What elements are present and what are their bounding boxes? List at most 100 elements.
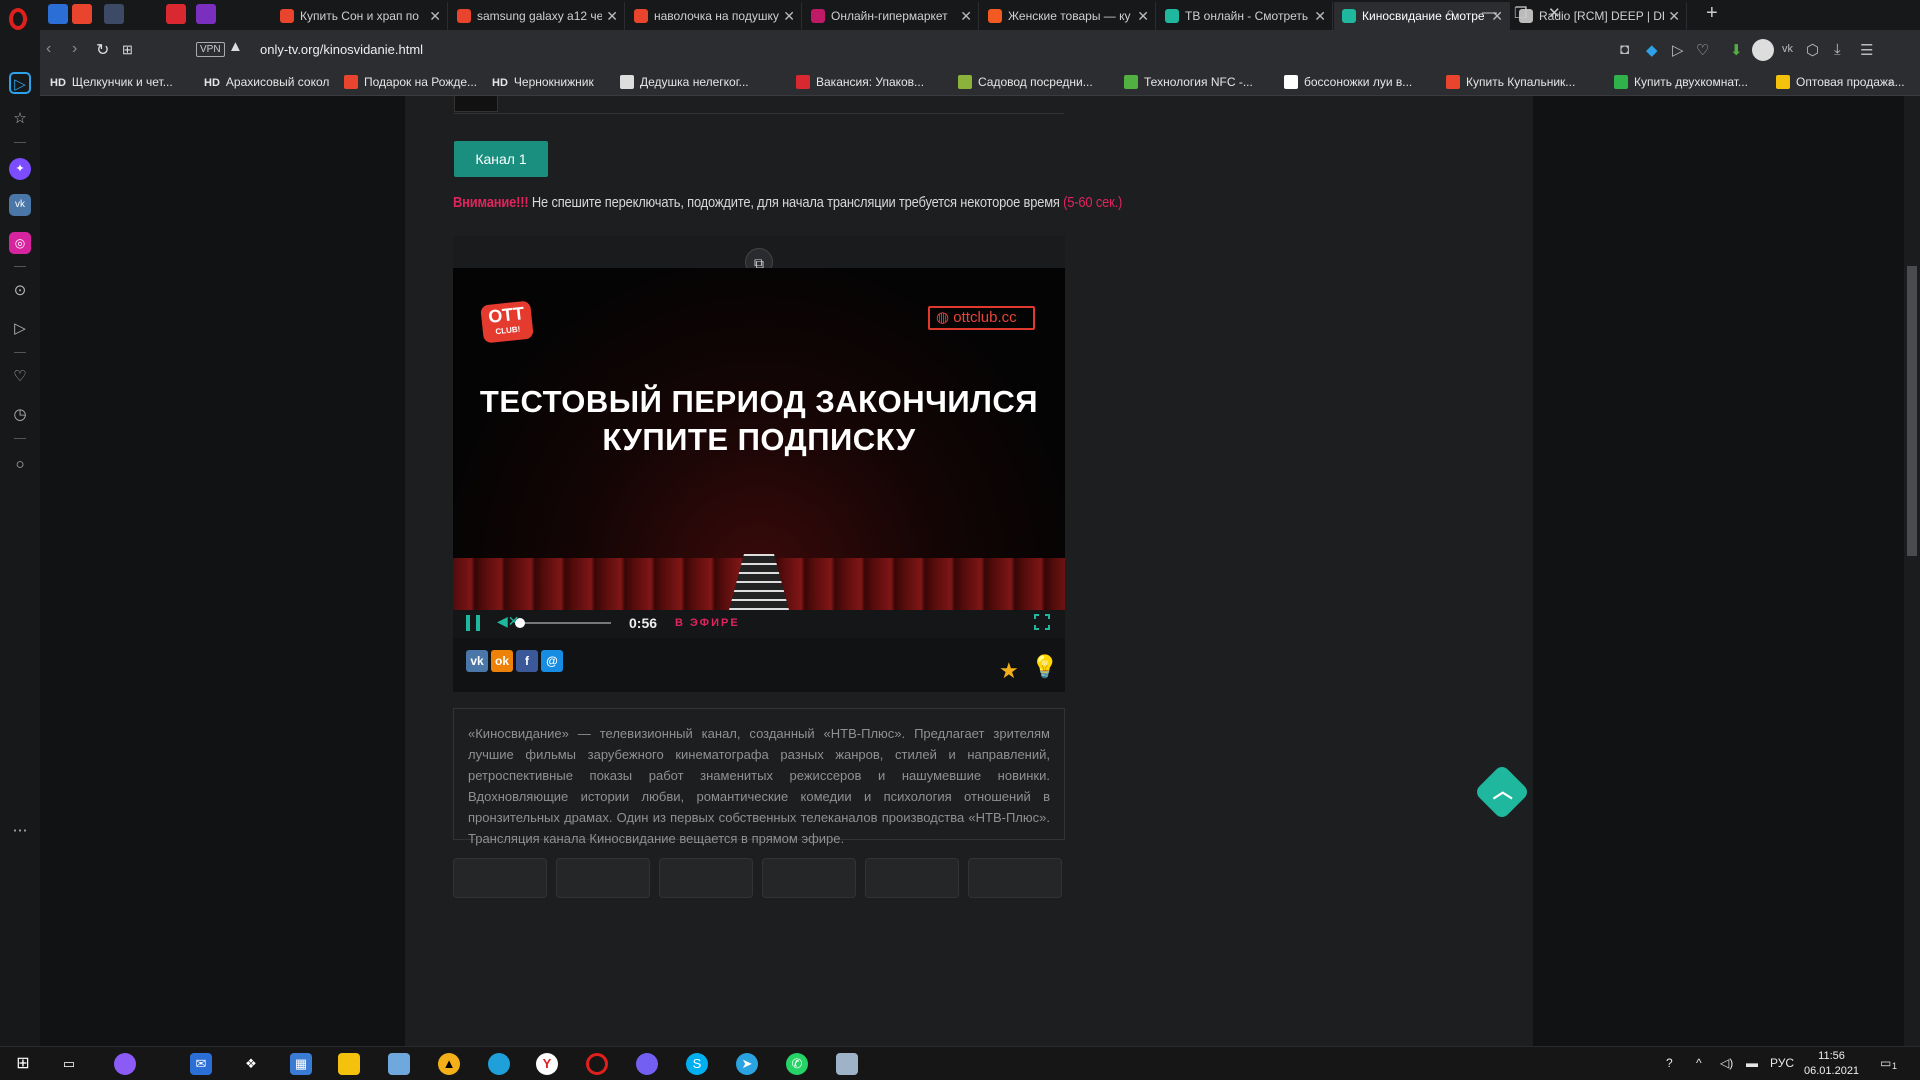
alice-icon[interactable] (114, 1053, 136, 1075)
notifications-icon[interactable]: ▭ (1880, 1056, 1891, 1070)
star-icon[interactable]: ★ (999, 658, 1019, 684)
new-tab-button[interactable]: + (1706, 2, 1718, 25)
cube-icon[interactable]: ⬡ (1806, 41, 1819, 59)
lightbulb-icon[interactable]: ○ (9, 454, 31, 476)
more-bookmarks-icon[interactable]: » (1888, 75, 1895, 89)
app-icon[interactable]: ▲ (438, 1053, 460, 1075)
opera-taskbar-icon[interactable] (586, 1053, 608, 1075)
channel-thumb[interactable] (968, 858, 1062, 898)
close-window-button[interactable]: ✕ (1548, 4, 1561, 22)
heart-icon[interactable]: ♡ (1696, 41, 1709, 59)
close-tab-icon[interactable]: ✕ (602, 2, 618, 30)
bookmark-item[interactable]: Дедушка нелегког... (620, 75, 749, 89)
task-view-icon[interactable]: ▭ (58, 1053, 80, 1075)
close-tab-icon[interactable]: ✕ (1664, 2, 1680, 30)
speed-dial-icon[interactable]: ☆ (9, 108, 31, 130)
channel-thumb[interactable] (865, 858, 959, 898)
volume-slider[interactable] (519, 622, 611, 624)
pinned-tab-mail-icon[interactable] (48, 4, 68, 24)
browser-tab[interactable]: Radio [RCM] DEEP | DE ✕ (1511, 2, 1687, 30)
more-icon[interactable]: ⋯ (9, 820, 31, 842)
bookmark-item[interactable]: Технология NFC -... (1124, 75, 1253, 89)
channel-thumb[interactable] (762, 858, 856, 898)
close-tab-icon[interactable]: ✕ (1310, 2, 1326, 30)
pinned-tab-icon[interactable] (104, 4, 124, 24)
volume-knob[interactable] (515, 618, 525, 628)
security-warning-icon[interactable]: ▲ (228, 38, 243, 55)
vk-extension-icon[interactable]: vk (1782, 43, 1793, 55)
share-vk-button[interactable]: vk (466, 650, 488, 672)
snapshot-icon[interactable]: ◘ (1620, 41, 1629, 58)
pinned-tab-icon[interactable] (72, 4, 92, 24)
minimize-button[interactable]: — (1482, 4, 1497, 21)
help-icon[interactable]: ? (1666, 1056, 1673, 1070)
telegram-icon[interactable]: ➤ (736, 1053, 758, 1075)
viber-icon[interactable] (636, 1053, 658, 1075)
browser-tab[interactable]: Онлайн-гипермаркет ✕ (803, 2, 979, 30)
skype-icon[interactable]: S (686, 1053, 708, 1075)
scrollbar-thumb[interactable] (1907, 266, 1917, 556)
clock[interactable]: 11:56 06.01.2021 (1804, 1049, 1859, 1079)
app-icon[interactable] (836, 1053, 858, 1075)
video-icon[interactable]: ⊙ (9, 280, 31, 302)
battery-icon[interactable]: ▬ (1746, 1056, 1758, 1070)
share-ok-button[interactable]: ok (491, 650, 513, 672)
bookmark-item[interactable]: боссоножки луи в... (1284, 75, 1412, 89)
download-arrow-icon[interactable]: ⬇ (1730, 41, 1743, 59)
channel-thumb[interactable] (659, 858, 753, 898)
player-icon[interactable]: ▷ (9, 72, 31, 94)
opera-logo-icon[interactable] (9, 8, 27, 30)
browser-tab[interactable]: Женские товары — ку ✕ (980, 2, 1156, 30)
downloads-icon[interactable]: ⤓ (1834, 41, 1841, 58)
vpn-badge[interactable]: VPN (196, 42, 225, 57)
browser-tab[interactable]: наволочка на подушку ✕ (626, 2, 802, 30)
restore-button[interactable]: ❐ (1514, 4, 1527, 22)
whatsapp-icon[interactable]: ✆ (786, 1053, 808, 1075)
vk-icon[interactable]: vk (9, 194, 31, 216)
pinned-tab-icon[interactable] (196, 4, 216, 24)
bookmark-item[interactable]: Вакансия: Упаков... (796, 75, 924, 89)
bookmark-item[interactable]: Оптовая продажа... (1776, 75, 1905, 89)
file-explorer-icon[interactable] (338, 1053, 360, 1075)
language-indicator[interactable]: РУС (1770, 1056, 1794, 1070)
calculator-icon[interactable]: ▦ (290, 1053, 312, 1075)
avatar[interactable] (1752, 39, 1774, 61)
share-facebook-button[interactable]: f (516, 650, 538, 672)
dropbox-icon[interactable]: ❖ (240, 1053, 262, 1075)
browser-tab[interactable]: Купить Сон и храп по ✕ (272, 2, 448, 30)
instagram-icon[interactable]: ◎ (9, 232, 31, 254)
edge-icon[interactable] (488, 1053, 510, 1075)
channel-thumb[interactable] (556, 858, 650, 898)
windows-start-icon[interactable]: ⊞ (12, 1053, 34, 1075)
page-scrollbar[interactable] (1904, 96, 1920, 1046)
share-moimir-button[interactable]: @ (541, 650, 563, 672)
bookmark-item[interactable]: Купить двухкомнат... (1614, 75, 1748, 89)
video-frame[interactable]: OTT CLUB! ◍ ottclub.cc ТЕСТОВЫЙ ПЕРИОД ЗА… (453, 268, 1065, 610)
notes-icon[interactable] (388, 1053, 410, 1075)
shield-icon[interactable]: ◆ (1646, 41, 1658, 59)
back-button[interactable]: ‹ (46, 40, 51, 58)
bookmark-item[interactable]: HD Арахисовый сокол (204, 75, 329, 89)
menu-icon[interactable]: ☰ (1860, 41, 1873, 59)
reload-button[interactable]: ↻ (96, 40, 109, 60)
bookmark-item[interactable]: HD Щелкунчик и чет... (50, 75, 173, 89)
lightbulb-icon[interactable]: 💡 (1031, 654, 1058, 680)
messenger-icon[interactable]: ✦ (9, 158, 31, 180)
bookmark-item[interactable]: Садовод посредни... (958, 75, 1093, 89)
heart-icon[interactable]: ♡ (9, 366, 31, 388)
pause-button[interactable] (466, 615, 480, 631)
close-tab-icon[interactable]: ✕ (779, 2, 795, 30)
close-tab-icon[interactable]: ✕ (956, 2, 972, 30)
history-icon[interactable]: ◷ (9, 404, 31, 426)
volume-icon[interactable]: ◁) (1720, 1056, 1733, 1070)
mail-app-icon[interactable]: ✉ (190, 1053, 212, 1075)
bookmark-item[interactable]: HD Чернокнижник (492, 75, 594, 89)
send-icon[interactable]: ▷ (9, 318, 31, 340)
channel-1-button[interactable]: Канал 1 (454, 141, 548, 177)
close-tab-icon[interactable]: ✕ (1133, 2, 1149, 30)
tray-chevron-icon[interactable]: ^ (1696, 1056, 1702, 1070)
forward-button[interactable]: › (72, 40, 77, 58)
send-icon[interactable]: ▷ (1672, 41, 1684, 59)
fullscreen-icon[interactable] (1034, 614, 1050, 630)
yandex-icon[interactable]: Y (536, 1053, 558, 1075)
